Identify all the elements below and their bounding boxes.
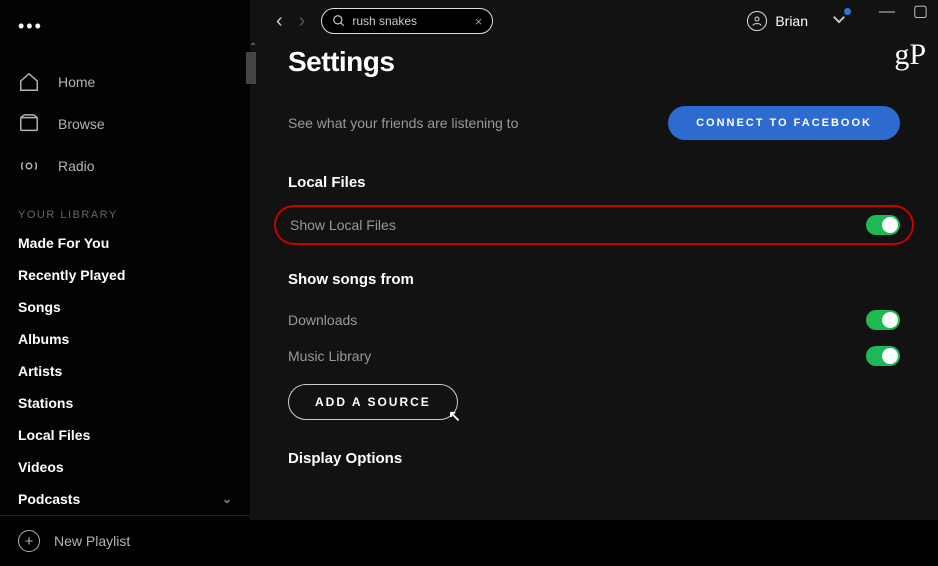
sidebar-item-podcasts[interactable]: Podcasts ⌄ <box>0 483 250 515</box>
sidebar-item-label: Radio <box>58 158 95 174</box>
sidebar-item-label: Home <box>58 74 95 90</box>
friends-row: See what your friends are listening to C… <box>288 106 900 140</box>
show-local-files-toggle[interactable] <box>866 215 900 235</box>
main-panel: ‹ › × Brian Settings <box>250 0 938 520</box>
sidebar-item-label: Browse <box>58 116 105 132</box>
page-title: Settings <box>288 46 900 78</box>
show-songs-from-header: Show songs from <box>288 271 900 288</box>
display-options-section: Display Options <box>288 450 900 467</box>
radio-icon <box>18 155 40 177</box>
sidebar-item-home[interactable]: Home <box>0 61 250 103</box>
sidebar-item-recently-played[interactable]: Recently Played <box>0 259 250 291</box>
search-input[interactable] <box>352 14 462 28</box>
source-label: Downloads <box>288 312 357 328</box>
minimize-button[interactable]: — <box>879 4 895 20</box>
library-header: YOUR LIBRARY <box>0 187 250 227</box>
sidebar-item-made-for-you[interactable]: Made For You <box>0 227 250 259</box>
local-files-header: Local Files <box>288 174 900 191</box>
notification-dot <box>844 8 851 15</box>
forward-button[interactable]: › <box>293 10 312 33</box>
history-nav: ‹ › <box>270 10 311 33</box>
sidebar-item-local-files[interactable]: Local Files <box>0 419 250 451</box>
sidebar-item-videos[interactable]: Videos <box>0 451 250 483</box>
topbar: ‹ › × Brian <box>250 0 938 38</box>
sidebar-item-songs[interactable]: Songs <box>0 291 250 323</box>
sidebar-item-artists[interactable]: Artists <box>0 355 250 387</box>
source-row-music-library: Music Library <box>288 338 900 374</box>
source-label: Music Library <box>288 348 371 364</box>
show-local-files-label: Show Local Files <box>290 217 396 233</box>
back-button[interactable]: ‹ <box>270 10 289 33</box>
cursor-icon: ↖ <box>448 407 463 425</box>
user-cluster: Brian <box>747 10 848 31</box>
show-local-files-row: Show Local Files <box>274 205 914 245</box>
more-menu-icon[interactable]: ••• <box>0 10 250 43</box>
local-files-section: Local Files Show Local Files <box>288 174 900 245</box>
browse-icon <box>18 113 40 135</box>
show-songs-from-section: Show songs from Downloads Music Library … <box>288 271 900 420</box>
home-icon <box>18 71 40 93</box>
maximize-button[interactable]: ▢ <box>913 4 928 20</box>
window-controls: — ▢ <box>879 4 928 20</box>
new-playlist-label: New Playlist <box>54 533 130 549</box>
clear-search-icon[interactable]: × <box>475 14 483 29</box>
sidebar-item-albums[interactable]: Albums <box>0 323 250 355</box>
settings-content: Settings See what your friends are liste… <box>250 38 938 493</box>
music-library-toggle[interactable] <box>866 346 900 366</box>
avatar[interactable] <box>747 11 767 31</box>
sidebar-item-stations[interactable]: Stations <box>0 387 250 419</box>
downloads-toggle[interactable] <box>866 310 900 330</box>
new-playlist-button[interactable]: + New Playlist <box>0 515 250 566</box>
connect-facebook-button[interactable]: CONNECT TO FACEBOOK <box>668 106 900 140</box>
source-row-downloads: Downloads <box>288 302 900 338</box>
search-box[interactable]: × <box>321 8 493 34</box>
add-source-button[interactable]: ADD A SOURCE ↖ <box>288 384 458 420</box>
user-icon <box>751 15 763 27</box>
watermark: gP <box>894 38 926 72</box>
plus-icon: + <box>18 530 40 552</box>
display-options-header: Display Options <box>288 450 900 467</box>
friends-description: See what your friends are listening to <box>288 115 518 131</box>
sidebar-item-browse[interactable]: Browse <box>0 103 250 145</box>
notification-button[interactable] <box>830 10 848 31</box>
nav-primary: Home Browse Radio <box>0 43 250 187</box>
username[interactable]: Brian <box>775 13 808 29</box>
search-icon <box>332 14 346 28</box>
sidebar-item-radio[interactable]: Radio <box>0 145 250 187</box>
sidebar: ••• Home Browse Radio YOUR LIBRARY Made … <box>0 0 250 520</box>
chevron-down-icon: ⌄ <box>222 492 232 506</box>
